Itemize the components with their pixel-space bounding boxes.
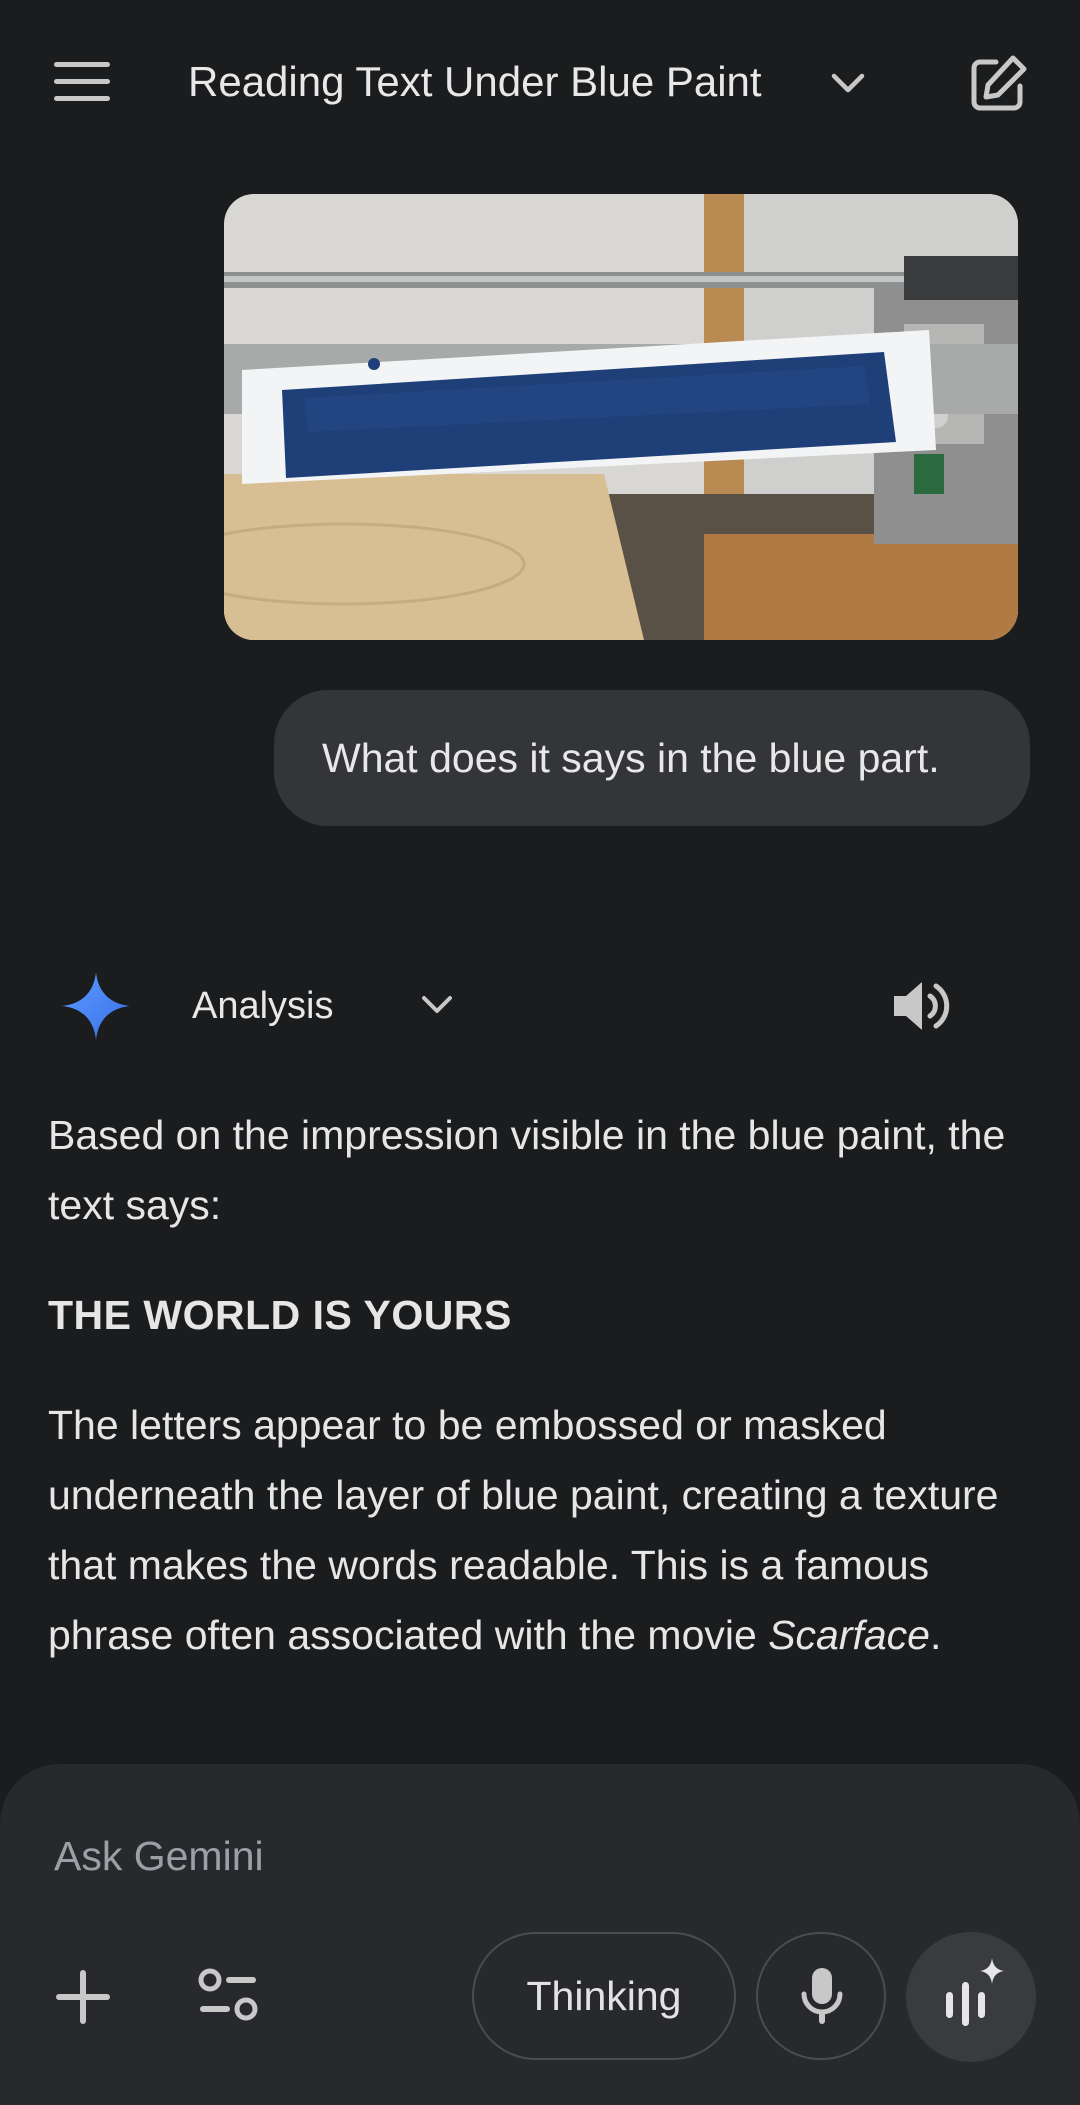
plus-icon[interactable] [52, 1966, 114, 2028]
edit-icon[interactable] [966, 52, 1030, 116]
uploaded-photo[interactable] [224, 194, 1018, 640]
menu-icon[interactable] [52, 58, 114, 106]
microphone-icon [801, 1968, 843, 2024]
chevron-down-icon[interactable] [826, 64, 870, 104]
mode-label[interactable]: Analysis [192, 978, 334, 1034]
response-paragraph: The letters appear to be embossed or mas… [48, 1390, 1038, 1670]
tools-icon[interactable] [196, 1966, 260, 2026]
speaker-icon[interactable] [890, 976, 954, 1036]
movie-title: Scarface [768, 1612, 930, 1658]
conversation-title[interactable]: Reading Text Under Blue Paint [188, 52, 762, 112]
response-highlight: THE WORLD IS YOURS [48, 1292, 512, 1338]
gemini-star-icon [62, 972, 130, 1040]
response-text: . [930, 1612, 942, 1658]
live-icon [946, 1958, 1004, 2026]
thinking-label: Thinking [526, 1973, 682, 2019]
user-message-text: What does it says in the blue part. [322, 735, 940, 781]
photo-illustration [224, 194, 1018, 640]
prompt-input[interactable]: Ask Gemini [54, 1826, 264, 1886]
response-paragraph: Based on the impression visible in the b… [48, 1112, 1006, 1228]
chevron-down-icon[interactable] [418, 988, 456, 1022]
